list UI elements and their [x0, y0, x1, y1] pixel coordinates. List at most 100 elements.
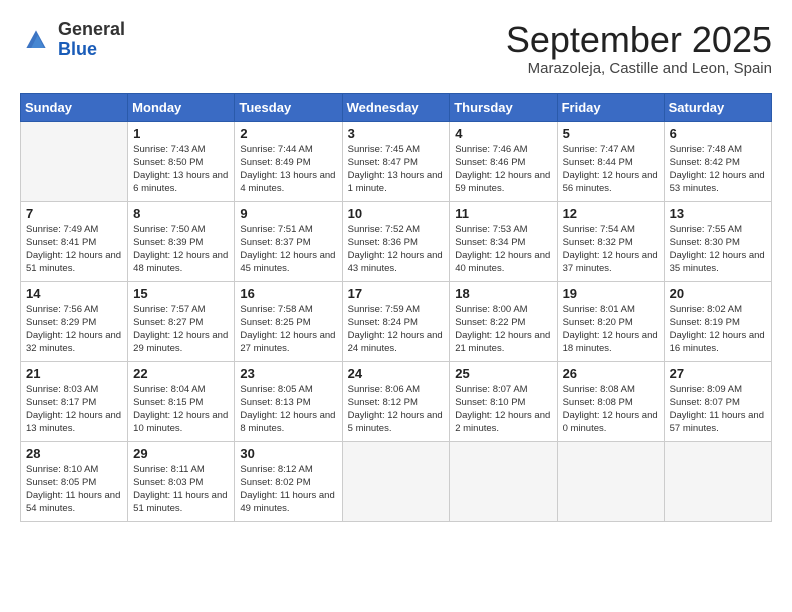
day-info: Sunrise: 7:57 AMSunset: 8:27 PMDaylight:…: [133, 303, 229, 356]
day-info: Sunrise: 8:10 AMSunset: 8:05 PMDaylight:…: [26, 463, 122, 516]
day-info: Sunrise: 8:06 AMSunset: 8:12 PMDaylight:…: [348, 383, 445, 436]
day-number: 15: [133, 286, 229, 301]
day-info: Sunrise: 7:46 AMSunset: 8:46 PMDaylight:…: [455, 143, 551, 196]
day-number: 26: [563, 366, 659, 381]
day-info: Sunrise: 8:11 AMSunset: 8:03 PMDaylight:…: [133, 463, 229, 516]
calendar-cell: 17 Sunrise: 7:59 AMSunset: 8:24 PMDayligh…: [342, 281, 450, 361]
day-info: Sunrise: 8:03 AMSunset: 8:17 PMDaylight:…: [26, 383, 122, 436]
day-number: 8: [133, 206, 229, 221]
day-info: Sunrise: 8:08 AMSunset: 8:08 PMDaylight:…: [563, 383, 659, 436]
calendar-cell: 12Sunrise: 7:54 AMSunset: 8:32 PMDayligh…: [557, 201, 664, 281]
location: Marazoleja, Castille and Leon, Spain: [506, 60, 772, 77]
day-number: 22: [133, 366, 229, 381]
calendar-header-friday: Friday: [557, 93, 664, 121]
calendar-week-5: 28 Sunrise: 8:10 AMSunset: 8:05 PMDayligh…: [21, 441, 772, 521]
day-number: 14: [26, 286, 122, 301]
calendar-cell: [557, 441, 664, 521]
day-info: Sunrise: 8:00 AMSunset: 8:22 PMDaylight:…: [455, 303, 551, 356]
calendar-week-2: 7Sunrise: 7:49 AMSunset: 8:41 PMDaylight…: [21, 201, 772, 281]
calendar-cell: 22 Sunrise: 8:04 AMSunset: 8:15 PMDayligh…: [128, 361, 235, 441]
day-number: 16: [240, 286, 336, 301]
calendar-header-wednesday: Wednesday: [342, 93, 450, 121]
calendar-cell: [21, 121, 128, 201]
day-number: 4: [455, 126, 551, 141]
day-number: 10: [348, 206, 445, 221]
day-number: 27: [670, 366, 766, 381]
day-number: 2: [240, 126, 336, 141]
calendar-cell: 20Sunrise: 8:02 AMSunset: 8:19 PMDayligh…: [664, 281, 771, 361]
day-number: 13: [670, 206, 766, 221]
day-number: 11: [455, 206, 551, 221]
day-info: Sunrise: 7:53 AMSunset: 8:34 PMDaylight:…: [455, 223, 551, 276]
title-block: September 2025 Marazoleja, Castille and …: [506, 20, 772, 77]
calendar-cell: 21 Sunrise: 8:03 AMSunset: 8:17 PMDayligh…: [21, 361, 128, 441]
calendar-cell: 11 Sunrise: 7:53 AMSunset: 8:34 PMDayligh…: [450, 201, 557, 281]
day-number: 24: [348, 366, 445, 381]
calendar-header-saturday: Saturday: [664, 93, 771, 121]
day-number: 28: [26, 446, 122, 461]
day-info: Sunrise: 7:51 AMSunset: 8:37 PMDaylight:…: [240, 223, 336, 276]
day-info: Sunrise: 7:50 AMSunset: 8:39 PMDaylight:…: [133, 223, 229, 276]
calendar-header-thursday: Thursday: [450, 93, 557, 121]
day-info: Sunrise: 8:07 AMSunset: 8:10 PMDaylight:…: [455, 383, 551, 436]
day-number: 7: [26, 206, 122, 221]
calendar-header-tuesday: Tuesday: [235, 93, 342, 121]
day-info: Sunrise: 8:02 AMSunset: 8:19 PMDaylight:…: [670, 303, 766, 356]
day-info: Sunrise: 7:55 AMSunset: 8:30 PMDaylight:…: [670, 223, 766, 276]
day-info: Sunrise: 8:09 AMSunset: 8:07 PMDaylight:…: [670, 383, 766, 436]
calendar-cell: 19 Sunrise: 8:01 AMSunset: 8:20 PMDayligh…: [557, 281, 664, 361]
day-number: 18: [455, 286, 551, 301]
day-info: Sunrise: 8:04 AMSunset: 8:15 PMDaylight:…: [133, 383, 229, 436]
calendar-header-monday: Monday: [128, 93, 235, 121]
calendar-cell: 26 Sunrise: 8:08 AMSunset: 8:08 PMDayligh…: [557, 361, 664, 441]
month-title: September 2025: [506, 20, 772, 60]
day-info: Sunrise: 7:54 AMSunset: 8:32 PMDaylight:…: [563, 223, 659, 276]
calendar-cell: 29 Sunrise: 8:11 AMSunset: 8:03 PMDayligh…: [128, 441, 235, 521]
day-number: 30: [240, 446, 336, 461]
calendar-cell: 16Sunrise: 7:58 AMSunset: 8:25 PMDayligh…: [235, 281, 342, 361]
day-info: Sunrise: 7:47 AMSunset: 8:44 PMDaylight:…: [563, 143, 659, 196]
calendar-header-row: SundayMondayTuesdayWednesdayThursdayFrid…: [21, 93, 772, 121]
day-number: 17: [348, 286, 445, 301]
calendar-cell: 10 Sunrise: 7:52 AMSunset: 8:36 PMDayligh…: [342, 201, 450, 281]
calendar-cell: [450, 441, 557, 521]
day-number: 23: [240, 366, 336, 381]
day-info: Sunrise: 8:01 AMSunset: 8:20 PMDaylight:…: [563, 303, 659, 356]
calendar-cell: 8 Sunrise: 7:50 AMSunset: 8:39 PMDaylight…: [128, 201, 235, 281]
calendar-cell: 24 Sunrise: 8:06 AMSunset: 8:12 PMDayligh…: [342, 361, 450, 441]
day-number: 21: [26, 366, 122, 381]
day-info: Sunrise: 7:45 AMSunset: 8:47 PMDaylight:…: [348, 143, 445, 196]
calendar-cell: 25 Sunrise: 8:07 AMSunset: 8:10 PMDayligh…: [450, 361, 557, 441]
day-info: Sunrise: 7:59 AMSunset: 8:24 PMDaylight:…: [348, 303, 445, 356]
day-info: Sunrise: 7:44 AMSunset: 8:49 PMDaylight:…: [240, 143, 336, 196]
calendar-cell: 2 Sunrise: 7:44 AMSunset: 8:49 PMDaylight…: [235, 121, 342, 201]
calendar-cell: 5 Sunrise: 7:47 AMSunset: 8:44 PMDaylight…: [557, 121, 664, 201]
day-number: 5: [563, 126, 659, 141]
day-number: 25: [455, 366, 551, 381]
logo-text: General Blue: [58, 20, 125, 60]
calendar-cell: [342, 441, 450, 521]
logo-icon: [20, 24, 52, 56]
day-number: 19: [563, 286, 659, 301]
calendar-cell: 13 Sunrise: 7:55 AMSunset: 8:30 PMDayligh…: [664, 201, 771, 281]
calendar-cell: 27 Sunrise: 8:09 AMSunset: 8:07 PMDayligh…: [664, 361, 771, 441]
day-info: Sunrise: 8:12 AMSunset: 8:02 PMDaylight:…: [240, 463, 336, 516]
calendar-week-4: 21 Sunrise: 8:03 AMSunset: 8:17 PMDayligh…: [21, 361, 772, 441]
calendar-table: SundayMondayTuesdayWednesdayThursdayFrid…: [20, 93, 772, 522]
day-info: Sunrise: 7:52 AMSunset: 8:36 PMDaylight:…: [348, 223, 445, 276]
calendar-week-1: 1Sunrise: 7:43 AMSunset: 8:50 PMDaylight…: [21, 121, 772, 201]
calendar-cell: 28 Sunrise: 8:10 AMSunset: 8:05 PMDayligh…: [21, 441, 128, 521]
calendar-cell: 7Sunrise: 7:49 AMSunset: 8:41 PMDaylight…: [21, 201, 128, 281]
day-info: Sunrise: 7:56 AMSunset: 8:29 PMDaylight:…: [26, 303, 122, 356]
day-number: 6: [670, 126, 766, 141]
day-number: 29: [133, 446, 229, 461]
day-number: 9: [240, 206, 336, 221]
calendar-cell: 1Sunrise: 7:43 AMSunset: 8:50 PMDaylight…: [128, 121, 235, 201]
logo-blue-text: Blue: [58, 40, 125, 60]
calendar-cell: 15 Sunrise: 7:57 AMSunset: 8:27 PMDayligh…: [128, 281, 235, 361]
calendar-cell: 4 Sunrise: 7:46 AMSunset: 8:46 PMDaylight…: [450, 121, 557, 201]
calendar-cell: 18 Sunrise: 8:00 AMSunset: 8:22 PMDayligh…: [450, 281, 557, 361]
logo-general: General: [58, 20, 125, 40]
calendar-cell: [664, 441, 771, 521]
calendar-cell: 3Sunrise: 7:45 AMSunset: 8:47 PMDaylight…: [342, 121, 450, 201]
